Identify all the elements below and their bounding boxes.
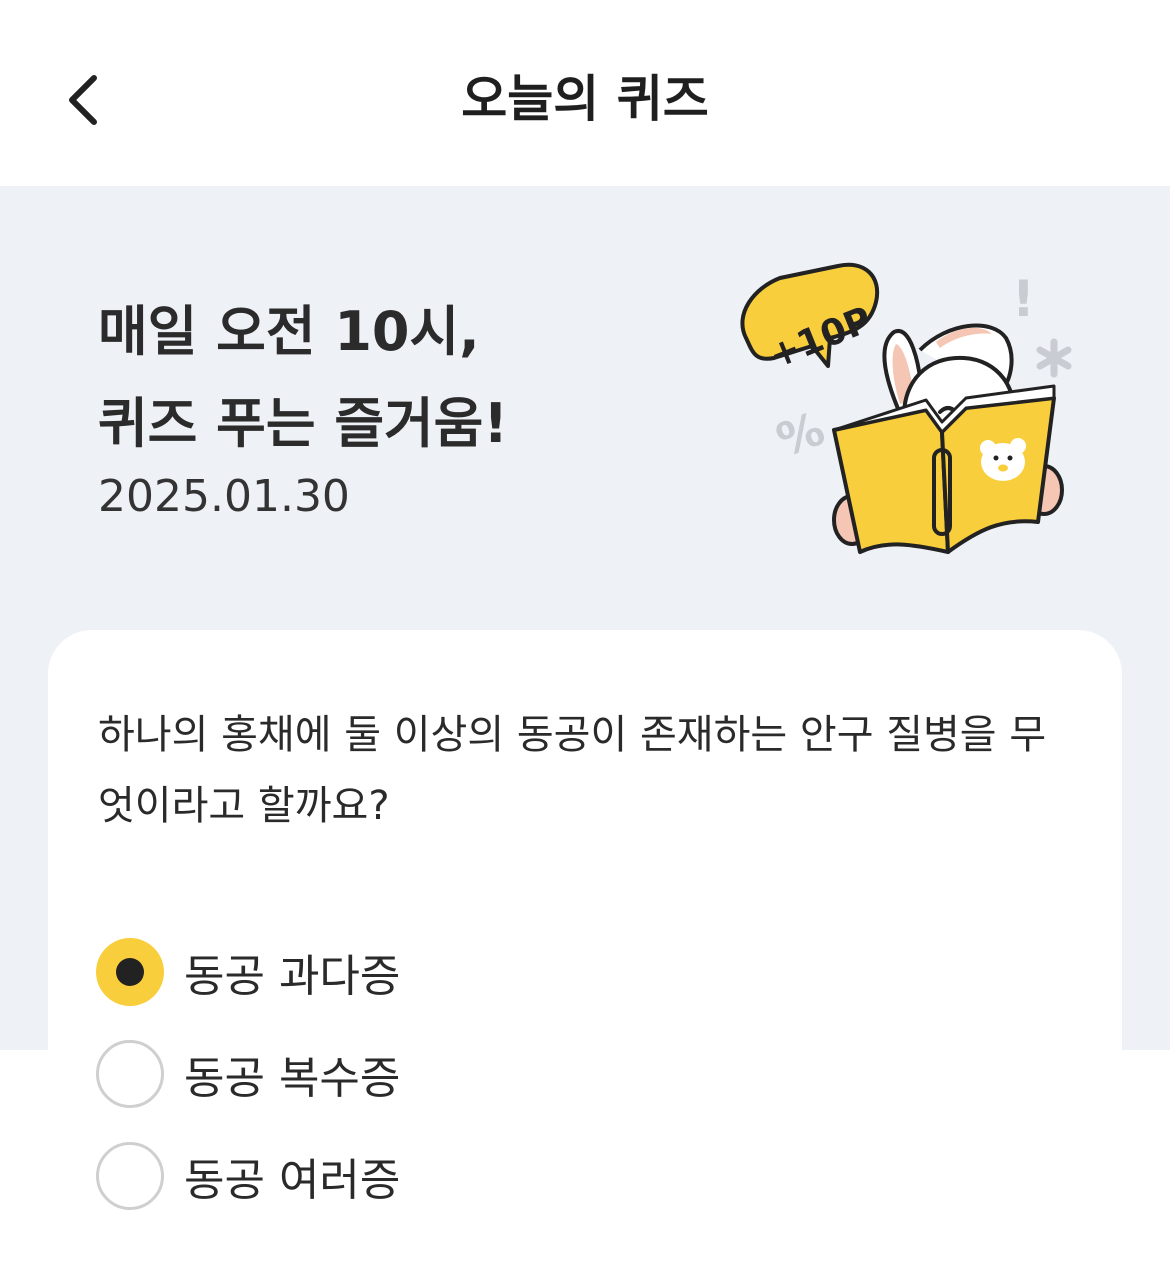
- answer-options: 동공 과다증 동공 복수증 동공 여러증: [96, 936, 996, 1242]
- rabbit-reading-book-illustration: ! % +10P: [740, 262, 1072, 554]
- radio-unselected-icon[interactable]: [96, 1142, 164, 1210]
- option-3[interactable]: 동공 여러증: [96, 1140, 996, 1212]
- exclamation-mark: !: [1012, 270, 1035, 328]
- page-title: 오늘의 퀴즈: [461, 70, 709, 128]
- quiz-date: 2025.01.30: [98, 471, 350, 522]
- percent-mark: %: [770, 401, 832, 468]
- radio-dot: [116, 958, 144, 986]
- option-label: 동공 과다증: [184, 951, 401, 1002]
- hero-title: 매일 오전 10시, 퀴즈 푸는 즐거움!: [98, 286, 508, 470]
- radio-selected-icon[interactable]: [96, 938, 164, 1006]
- bear-icon: [980, 438, 1026, 481]
- hero-title-line1: 매일 오전 10시,: [98, 300, 480, 363]
- option-2[interactable]: 동공 복수증: [96, 1038, 996, 1110]
- asterisk-icon: [1036, 338, 1072, 378]
- points-badge: +10P: [740, 262, 880, 377]
- hero-title-line2: 퀴즈 푸는 즐거움!: [98, 392, 508, 455]
- quiz-question: 하나의 홍채에 둘 이상의 동공이 존재하는 안구 질병을 무엇이라고 할까요?: [98, 712, 1047, 829]
- option-label: 동공 복수증: [184, 1053, 401, 1104]
- option-label: 동공 여러증: [184, 1155, 401, 1206]
- app-header: 오늘의 퀴즈: [0, 0, 1170, 186]
- quiz-card: 하나의 홍채에 둘 이상의 동공이 존재하는 안구 질병을 무엇이라고 할까요?…: [48, 630, 1122, 1285]
- option-1[interactable]: 동공 과다증: [96, 936, 996, 1008]
- radio-unselected-icon[interactable]: [96, 1040, 164, 1108]
